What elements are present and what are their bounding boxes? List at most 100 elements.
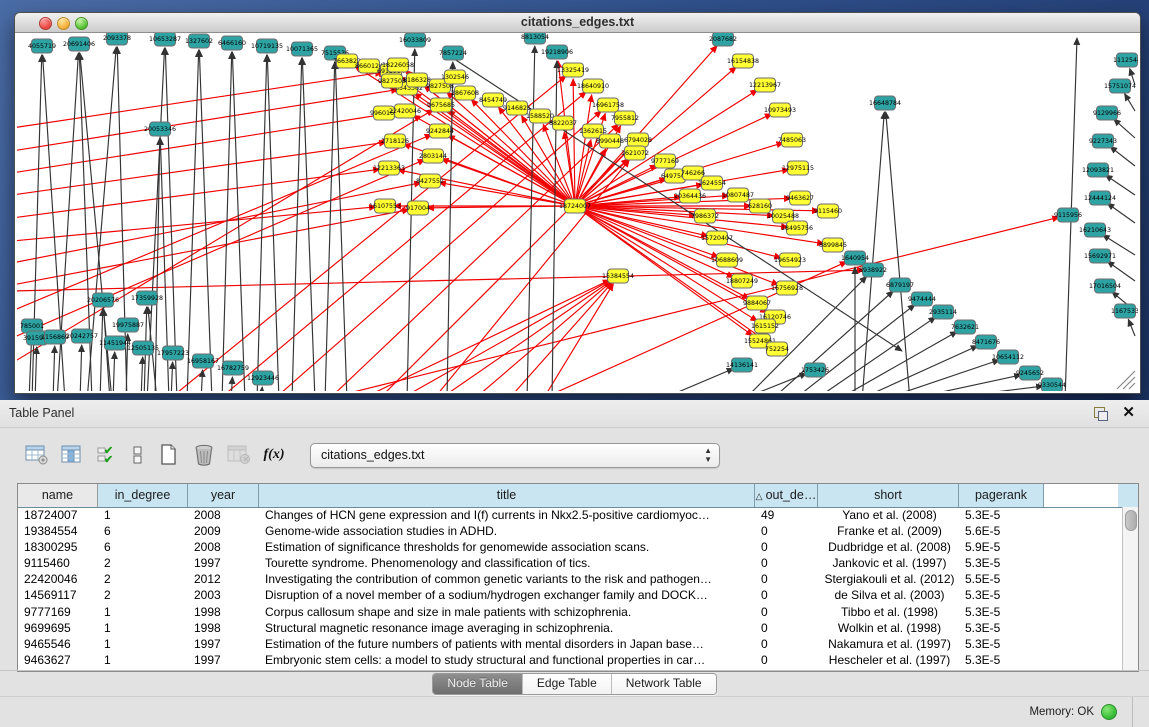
delete-table-icon[interactable]: ✕ xyxy=(224,441,254,469)
zoom-button[interactable] xyxy=(75,17,88,30)
table-cell[interactable]: de Silva et al. (2003) xyxy=(818,587,959,603)
table-cell[interactable]: Structural magnetic resonance image aver… xyxy=(259,620,755,636)
scrollbar-thumb[interactable] xyxy=(1125,510,1137,531)
table-cell[interactable]: 0 xyxy=(755,620,818,636)
select-rows-icon[interactable]: ✔✔ xyxy=(92,441,122,469)
minimize-button[interactable] xyxy=(57,17,70,30)
table-cell[interactable]: Corpus callosum shape and size in male p… xyxy=(259,604,755,620)
table-cell[interactable]: 6 xyxy=(98,539,188,555)
table-cell[interactable]: Franke et al. (2009) xyxy=(818,523,959,539)
column-header-pagerank[interactable]: pagerank xyxy=(959,484,1044,507)
table-cell[interactable]: Jankovic et al. (1997) xyxy=(818,555,959,571)
table-cell[interactable]: 22420046 xyxy=(18,571,98,587)
table-cell[interactable]: 49 xyxy=(755,507,818,523)
table-cell[interactable]: Disruption of a novel member of a sodium… xyxy=(259,587,755,603)
table-settings-icon[interactable] xyxy=(22,441,52,469)
table-cell[interactable]: 2 xyxy=(98,571,188,587)
table-cell[interactable]: 5.9E-5 xyxy=(959,539,1044,555)
table-cell[interactable]: 5.5E-5 xyxy=(959,571,1044,587)
table-cell[interactable]: 0 xyxy=(755,587,818,603)
table-cell[interactable]: 0 xyxy=(755,523,818,539)
table-cell[interactable]: 2 xyxy=(98,587,188,603)
table-cell[interactable]: 0 xyxy=(755,555,818,571)
network-view-window[interactable]: citations_edges.txt 40557192069140620933… xyxy=(14,12,1141,394)
table-selector-dropdown[interactable]: citations_edges.txt ▲▼ xyxy=(310,443,720,468)
table-cell[interactable]: Estimation of significance thresholds fo… xyxy=(259,539,755,555)
table-cell[interactable]: 2012 xyxy=(188,571,259,587)
table-cell[interactable]: 0 xyxy=(755,636,818,652)
table-cell[interactable]: 2003 xyxy=(188,587,259,603)
table-cell[interactable]: 5.3E-5 xyxy=(959,604,1044,620)
table-cell[interactable]: 2008 xyxy=(188,507,259,523)
table-cell[interactable]: 5.3E-5 xyxy=(959,587,1044,603)
table-cell[interactable]: Stergiakouli et al. (2012) xyxy=(818,571,959,587)
column-header-in_degree[interactable]: in_degree xyxy=(98,484,188,507)
table-cell[interactable]: 1 xyxy=(98,620,188,636)
network-graph[interactable]: 4055719206914062093378106532871327602646… xyxy=(17,33,1138,391)
table-cell[interactable]: Yano et al. (2008) xyxy=(818,507,959,523)
table-cell[interactable]: Estimation of the future numbers of pati… xyxy=(259,636,755,652)
table-cell[interactable]: 1997 xyxy=(188,652,259,668)
table-cell[interactable]: 2008 xyxy=(188,539,259,555)
row-height-icon[interactable] xyxy=(127,441,149,469)
table-row[interactable]: 1872400712008Changes of HCN gene express… xyxy=(18,507,1123,523)
table-cell[interactable]: Hescheler et al. (1997) xyxy=(818,652,959,668)
table-cell[interactable]: 1 xyxy=(98,507,188,523)
table-cell[interactable]: 9465546 xyxy=(18,636,98,652)
table-cell[interactable]: 5.3E-5 xyxy=(959,507,1044,523)
table-cell[interactable]: 5.3E-5 xyxy=(959,652,1044,668)
table-cell[interactable]: 1 xyxy=(98,636,188,652)
table-cell[interactable]: 1997 xyxy=(188,636,259,652)
column-header-out_de[interactable]: △out_de… xyxy=(755,484,818,507)
column-header-year[interactable]: year xyxy=(188,484,259,507)
table-row[interactable]: 977716911998Corpus callosum shape and si… xyxy=(18,604,1123,620)
table-cell[interactable]: 19384554 xyxy=(18,523,98,539)
table-cell[interactable]: 5.3E-5 xyxy=(959,636,1044,652)
table-cell[interactable]: Tourette syndrome. Phenomenology and cla… xyxy=(259,555,755,571)
tab-edge-table[interactable]: Edge Table xyxy=(523,674,612,694)
table-cell[interactable]: 2 xyxy=(98,555,188,571)
table-cell[interactable]: 1 xyxy=(98,652,188,668)
column-header-name[interactable]: name xyxy=(18,484,98,507)
table-cell[interactable]: Investigating the contribution of common… xyxy=(259,571,755,587)
table-cell[interactable]: 9777169 xyxy=(18,604,98,620)
table-cell[interactable]: 1997 xyxy=(188,555,259,571)
tab-network-table[interactable]: Network Table xyxy=(612,674,716,694)
table-cell[interactable]: 1 xyxy=(98,604,188,620)
column-header-title[interactable]: title xyxy=(259,484,755,507)
table-cell[interactable]: 5.3E-5 xyxy=(959,620,1044,636)
table-cell[interactable]: Wolkin et al. (1998) xyxy=(818,620,959,636)
table-row[interactable]: 2242004622012Investigating the contribut… xyxy=(18,571,1123,587)
table-cell[interactable]: 14569117 xyxy=(18,587,98,603)
table-cell[interactable]: 0 xyxy=(755,652,818,668)
table-cell[interactable]: 6 xyxy=(98,523,188,539)
table-cell[interactable]: 2009 xyxy=(188,523,259,539)
table-cell[interactable]: 18724007 xyxy=(18,507,98,523)
table-cell[interactable]: Dudbridge et al. (2008) xyxy=(818,539,959,555)
vertical-scrollbar[interactable] xyxy=(1122,507,1138,671)
new-file-icon[interactable] xyxy=(154,441,184,469)
table-cell[interactable]: Embryonic stem cells: a model to study s… xyxy=(259,652,755,668)
delete-rows-trash-icon[interactable] xyxy=(189,441,219,469)
close-button[interactable] xyxy=(39,17,52,30)
table-cell[interactable]: Nakamura et al. (1997) xyxy=(818,636,959,652)
table-row[interactable]: 911546021997Tourette syndrome. Phenomeno… xyxy=(18,555,1123,571)
table-row[interactable]: 946554611997Estimation of the future num… xyxy=(18,636,1123,652)
table-cell[interactable]: 9463627 xyxy=(18,652,98,668)
table-cell[interactable]: 1998 xyxy=(188,620,259,636)
tab-node-table[interactable]: Node Table xyxy=(433,674,523,694)
table-cell[interactable]: Genome-wide association studies in ADHD. xyxy=(259,523,755,539)
table-cell[interactable]: 1998 xyxy=(188,604,259,620)
network-window-titlebar[interactable]: citations_edges.txt xyxy=(15,13,1140,33)
network-canvas[interactable]: 4055719206914062093378106532871327602646… xyxy=(17,33,1138,391)
column-header-short[interactable]: short xyxy=(818,484,959,507)
table-row[interactable]: 946362711997Embryonic stem cells: a mode… xyxy=(18,652,1123,668)
table-cell[interactable]: 0 xyxy=(755,604,818,620)
table-cell[interactable]: 9115460 xyxy=(18,555,98,571)
table-cell[interactable]: 0 xyxy=(755,539,818,555)
table-cell[interactable]: 0 xyxy=(755,571,818,587)
column-chooser-icon[interactable] xyxy=(57,441,87,469)
table-row[interactable]: 1456911722003Disruption of a novel membe… xyxy=(18,587,1123,603)
table-cell[interactable]: Tibbo et al. (1998) xyxy=(818,604,959,620)
close-panel-icon[interactable]: ✕ xyxy=(1122,404,1135,422)
